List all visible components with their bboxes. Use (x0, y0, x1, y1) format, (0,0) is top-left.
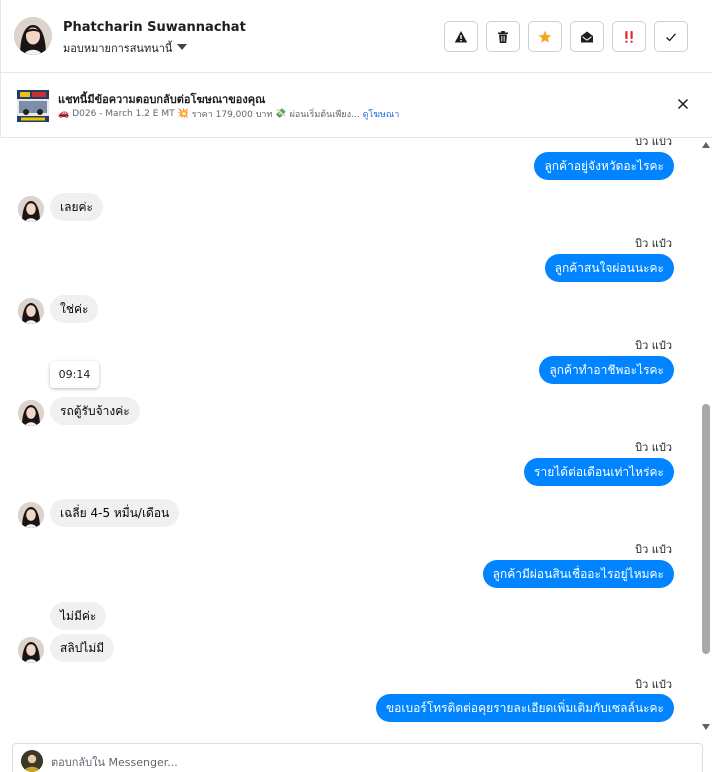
star-button[interactable] (528, 21, 562, 52)
ad-reply-banner: แชทนี้มีข้อความตอบกลับต่อโฆษณาของคุณ 🚗 D… (0, 73, 712, 138)
sender-name: บิว แป๋ว (635, 543, 672, 556)
car-emoji: 🚗 (58, 109, 70, 119)
incoming-message[interactable]: รถตู้รับจ้างค่ะ (50, 397, 140, 425)
mark-unread-button[interactable] (570, 21, 604, 52)
sender-name: บิว แป๋ว (635, 237, 672, 250)
money-emoji: 💸 (275, 109, 287, 119)
close-banner-button[interactable] (676, 97, 690, 111)
incoming-message[interactable]: เลยค่ะ (50, 193, 103, 221)
mark-done-button[interactable] (654, 21, 688, 52)
thread-scrollbar[interactable] (700, 138, 712, 734)
delete-button[interactable] (486, 21, 520, 52)
sender-name: บิว แป๋ว (635, 441, 672, 454)
close-icon (677, 98, 689, 110)
contact-avatar-small (18, 400, 44, 426)
outgoing-message[interactable]: ขอเบอร์โทรติดต่อคุยรายละเอียดเพิ่มเติมกั… (375, 694, 674, 722)
incoming-message[interactable]: ใช่ค่ะ (50, 295, 99, 323)
outgoing-message[interactable]: รายได้ต่อเดือนเท่าไหร่คะ (524, 458, 674, 486)
contact-avatar-small (18, 298, 44, 324)
conversation-actions (444, 21, 688, 52)
scroll-up-arrow-icon[interactable] (702, 142, 710, 148)
sender-name: บิว แป๋ว (635, 678, 672, 691)
reply-input[interactable] (51, 753, 651, 771)
page-avatar (21, 750, 43, 772)
contact-avatar-small (18, 637, 44, 663)
star-icon (538, 30, 552, 43)
conversation-header: Phatcharin Suwannachat มอบหมายการสนทนานี… (0, 0, 712, 73)
exclamation-icon (625, 30, 633, 43)
ad-installment: ผ่อนเริ่มต้นเพียง... (289, 110, 360, 120)
contact-avatar[interactable] (14, 17, 52, 55)
ad-banner-title: แชทนี้มีข้อความตอบกลับต่อโฆษณาของคุณ (58, 93, 266, 106)
caret-down-icon (177, 44, 188, 50)
report-spam-button[interactable] (444, 21, 478, 52)
incoming-message[interactable]: เฉลี่ย 4-5 หมื่น/เดือน (50, 499, 180, 527)
trash-icon (498, 30, 508, 43)
outgoing-message[interactable]: ลูกค้าอยู่จังหวัดอะไรคะ (534, 152, 674, 180)
envelope-open-icon (581, 31, 593, 42)
reply-composer (12, 743, 703, 772)
mark-urgent-button[interactable] (612, 21, 646, 52)
burst-emoji: 💥 (177, 109, 189, 119)
sender-name: บิว แป๋ว (635, 138, 672, 148)
contact-avatar-small (18, 502, 44, 528)
check-icon (666, 32, 676, 41)
outgoing-message[interactable]: ลูกค้าสนใจผ่อนนะคะ (544, 254, 674, 282)
ad-price: ราคา 179,000 บาท (191, 110, 273, 120)
scrollbar-thumb[interactable] (702, 404, 710, 654)
incoming-message[interactable]: ไม่มีค่ะ (50, 602, 107, 630)
contact-avatar-small (18, 196, 44, 222)
view-ad-link[interactable]: ดูโฆษณา (363, 107, 400, 121)
message-thread[interactable]: บิว แป๋ว ลูกค้าอยู่จังหวัดอะไรคะ เลยค่ะ … (0, 138, 700, 734)
ad-details: 🚗 D026 - March 1.2 E MT 💥 ราคา 179,000 บ… (58, 107, 399, 121)
outgoing-message[interactable]: ลูกค้าทำอาชีพอะไรคะ (539, 356, 674, 384)
sender-name: บิว แป๋ว (635, 339, 672, 352)
ad-car-model: D026 - March 1.2 E MT (72, 109, 175, 119)
ad-thumbnail[interactable] (17, 90, 49, 122)
scroll-down-arrow-icon[interactable] (702, 724, 710, 730)
warning-icon (454, 30, 468, 42)
timestamp-tooltip: 09:14 (50, 361, 99, 388)
assign-conversation-dropdown[interactable]: มอบหมายการสนทนานี้ (63, 39, 188, 57)
outgoing-message[interactable]: ลูกค้ามีผ่อนสินเชื่ออะไรอยู่ไหมคะ (482, 560, 674, 588)
incoming-message[interactable]: สลิปไม่มี (50, 634, 115, 662)
assign-conversation-label: มอบหมายการสนทนานี้ (63, 42, 173, 55)
contact-name: Phatcharin Suwannachat (63, 20, 246, 35)
